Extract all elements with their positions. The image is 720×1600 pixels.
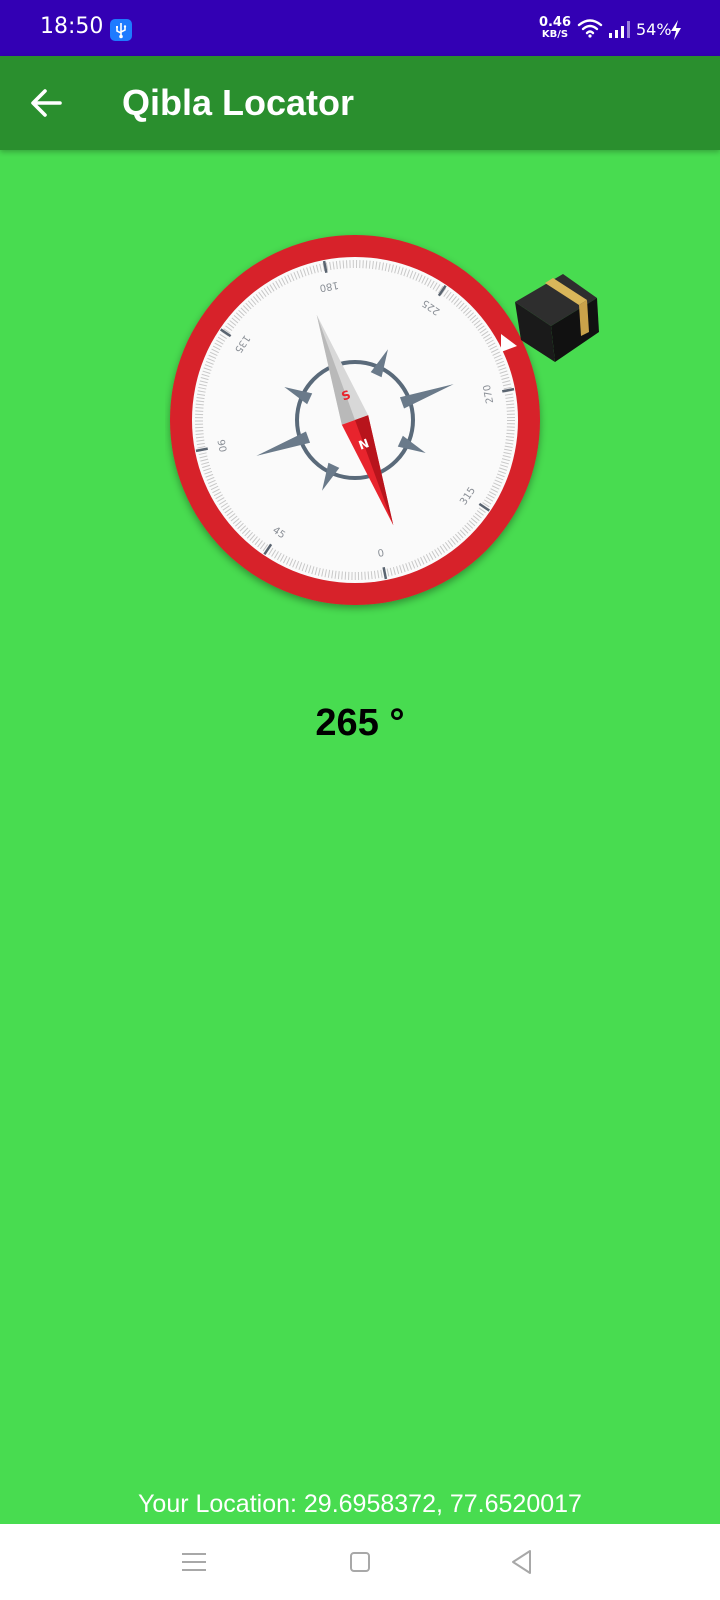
menu-icon[interactable] — [176, 1544, 212, 1580]
usb-debug-icon — [110, 19, 132, 41]
status-time: 18:50 — [40, 14, 104, 39]
home-icon[interactable] — [342, 1544, 378, 1580]
charging-icon — [671, 20, 681, 40]
network-speed-value: 0.46 — [538, 15, 572, 30]
back-button[interactable] — [22, 78, 72, 128]
qibla-heading: 265 ° — [315, 702, 405, 744]
app-bar: Qibla Locator — [0, 56, 720, 150]
battery-percent: 54% — [636, 20, 672, 39]
system-nav-bar — [0, 1524, 720, 1600]
network-speed: 0.46 KB/S — [536, 15, 574, 41]
kaaba-icon — [515, 274, 599, 362]
signal-icon — [609, 21, 630, 38]
network-speed-unit: KB/S — [541, 29, 569, 40]
location-text: Your Location: 29.6958372, 77.6520017 — [138, 1490, 582, 1518]
page-title: Qibla Locator — [122, 82, 355, 123]
back-triangle-icon[interactable] — [504, 1544, 540, 1580]
status-bar: 18:50 0.46 KB/S 54% — [0, 0, 720, 56]
arrow-left-icon — [31, 89, 62, 117]
wifi-icon — [577, 19, 603, 38]
compass: 180 225 270 315 0 45 90 135 S N — [165, 230, 625, 620]
